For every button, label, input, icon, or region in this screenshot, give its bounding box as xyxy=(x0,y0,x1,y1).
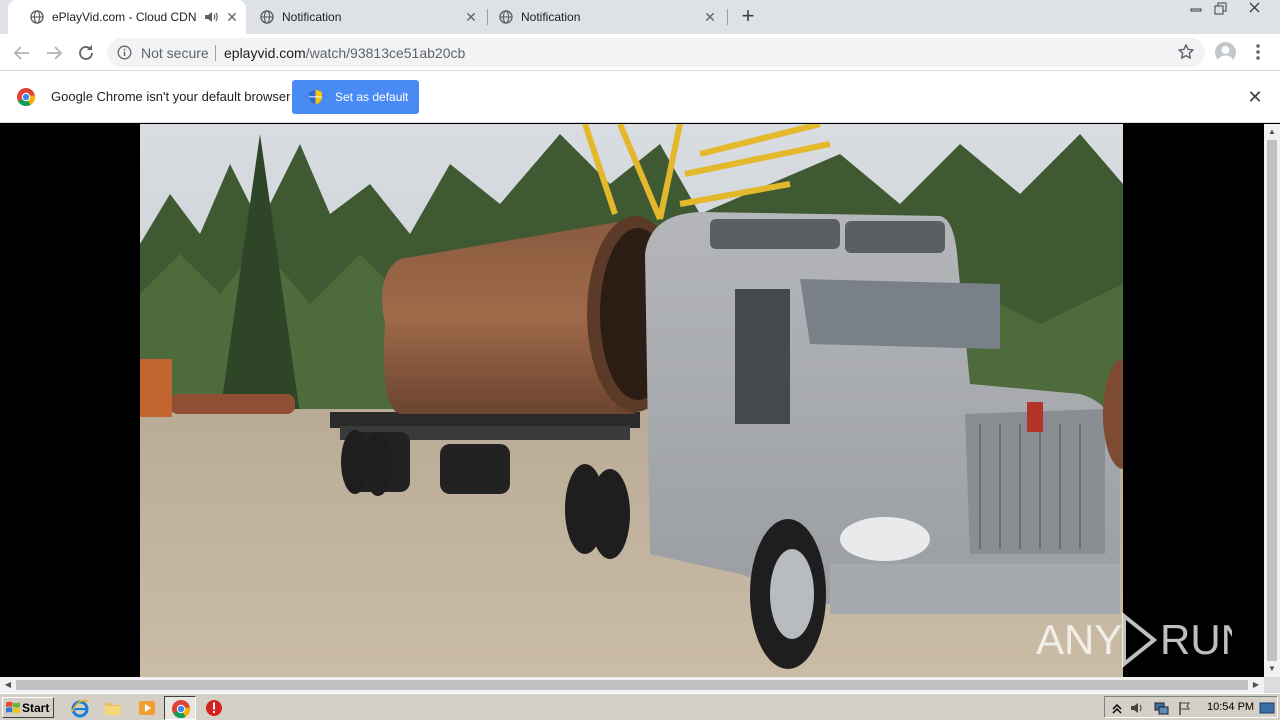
stop-sign-icon[interactable] xyxy=(204,698,224,718)
scroll-down-arrow-icon[interactable]: ▼ xyxy=(1264,661,1280,677)
internet-explorer-icon[interactable] xyxy=(70,698,90,718)
vertical-scroll-thumb[interactable] xyxy=(1267,140,1277,661)
windows-logo-icon xyxy=(6,701,20,714)
forward-icon[interactable] xyxy=(42,41,66,65)
browser-toolbar: Not secure eplayvid.com/watch/93813ce51a… xyxy=(0,34,1280,71)
close-icon[interactable]: ✕ xyxy=(702,9,718,25)
network-icon[interactable] xyxy=(1153,700,1169,716)
screen: ePlayVid.com - Cloud CDN ✕ Notification … xyxy=(0,0,1280,720)
profile-avatar[interactable] xyxy=(1215,42,1236,63)
globe-icon xyxy=(30,10,44,24)
new-tab-button[interactable]: + xyxy=(738,5,758,27)
vertical-scrollbar[interactable]: ▲ ▼ xyxy=(1264,124,1280,677)
url-host: eplayvid.com xyxy=(224,45,306,61)
menu-kebab-icon[interactable] xyxy=(1250,42,1266,62)
action-center-flag-icon[interactable] xyxy=(1177,700,1193,716)
svg-text:RUN: RUN xyxy=(1160,616,1232,663)
restore-button[interactable] xyxy=(1208,0,1234,18)
window-close-button[interactable] xyxy=(1242,0,1268,18)
system-tray: 10:54 PM xyxy=(1104,696,1278,718)
url-text[interactable]: eplayvid.com/watch/93813ce51ab20cb xyxy=(224,45,465,61)
tab-eplayvid[interactable]: ePlayVid.com - Cloud CDN ✕ xyxy=(8,0,246,34)
infobar-close-icon[interactable]: ✕ xyxy=(1246,88,1264,106)
tab-title: ePlayVid.com - Cloud CDN xyxy=(52,10,197,24)
volume-icon[interactable] xyxy=(1129,700,1145,716)
show-hidden-icons-chevron-icon[interactable] xyxy=(1109,700,1125,716)
globe-icon xyxy=(260,10,274,24)
url-path: /watch/93813ce51ab20cb xyxy=(305,45,466,61)
globe-icon xyxy=(499,10,513,24)
tab-strip: ePlayVid.com - Cloud CDN ✕ Notification … xyxy=(0,0,1280,34)
infobar-message: Google Chrome isn't your default browser xyxy=(51,89,291,104)
minimize-icon xyxy=(1190,8,1202,12)
scrollbar-corner xyxy=(1264,677,1280,693)
folder-icon[interactable] xyxy=(103,698,123,718)
svg-text:ANY: ANY xyxy=(1036,616,1122,663)
info-icon[interactable] xyxy=(117,45,132,60)
speaker-icon[interactable] xyxy=(204,10,218,24)
chrome-icon xyxy=(172,700,191,719)
start-label: Start xyxy=(22,701,50,715)
media-player-icon[interactable] xyxy=(137,698,157,718)
close-icon[interactable]: ✕ xyxy=(463,9,479,25)
windows-taskbar: Start 10:54 PM xyxy=(0,693,1280,720)
minimize-button[interactable] xyxy=(1183,0,1209,18)
background-pipe xyxy=(170,394,295,414)
scroll-up-arrow-icon[interactable]: ▲ xyxy=(1264,124,1280,140)
horizontal-scroll-thumb[interactable] xyxy=(16,680,1248,690)
tab-title: Notification xyxy=(282,10,342,24)
show-desktop-icon[interactable] xyxy=(1259,700,1275,716)
scroll-left-arrow-icon[interactable]: ◀ xyxy=(0,677,16,693)
start-button[interactable]: Start xyxy=(2,697,54,718)
set-as-default-label: Set as default xyxy=(335,90,409,104)
taskbar-clock[interactable]: 10:54 PM xyxy=(1207,701,1254,713)
security-label[interactable]: Not secure xyxy=(141,45,209,61)
tab-separator xyxy=(727,9,728,25)
close-icon xyxy=(1249,2,1260,13)
restore-icon xyxy=(1214,2,1227,15)
reload-icon[interactable] xyxy=(74,41,98,65)
person-icon xyxy=(1218,46,1233,63)
chrome-taskbar-button[interactable] xyxy=(164,696,196,720)
tab-notification-2[interactable]: Notification ✕ xyxy=(486,0,726,34)
address-bar[interactable]: Not secure eplayvid.com/watch/93813ce51a… xyxy=(107,38,1205,67)
anyrun-watermark-logo: ANY RUN xyxy=(1036,611,1232,669)
set-as-default-button[interactable]: Set as default xyxy=(292,80,419,114)
close-icon[interactable]: ✕ xyxy=(224,9,240,25)
chrome-logo-icon xyxy=(17,88,36,107)
tab-notification-1[interactable]: Notification ✕ xyxy=(246,0,486,34)
page-content: ANY RUN xyxy=(0,124,1264,677)
scroll-right-arrow-icon[interactable]: ▶ xyxy=(1248,677,1264,693)
shield-icon xyxy=(309,89,322,105)
back-icon[interactable] xyxy=(10,41,34,65)
omnibox-divider xyxy=(215,45,216,61)
video-frame[interactable] xyxy=(140,124,1123,677)
horizontal-scrollbar[interactable]: ◀ ▶ xyxy=(0,677,1264,693)
default-browser-infobar: Google Chrome isn't your default browser… xyxy=(0,71,1280,123)
lift-equipment xyxy=(140,359,172,417)
bookmark-star-icon[interactable] xyxy=(1177,43,1195,61)
tab-title: Notification xyxy=(521,10,581,24)
